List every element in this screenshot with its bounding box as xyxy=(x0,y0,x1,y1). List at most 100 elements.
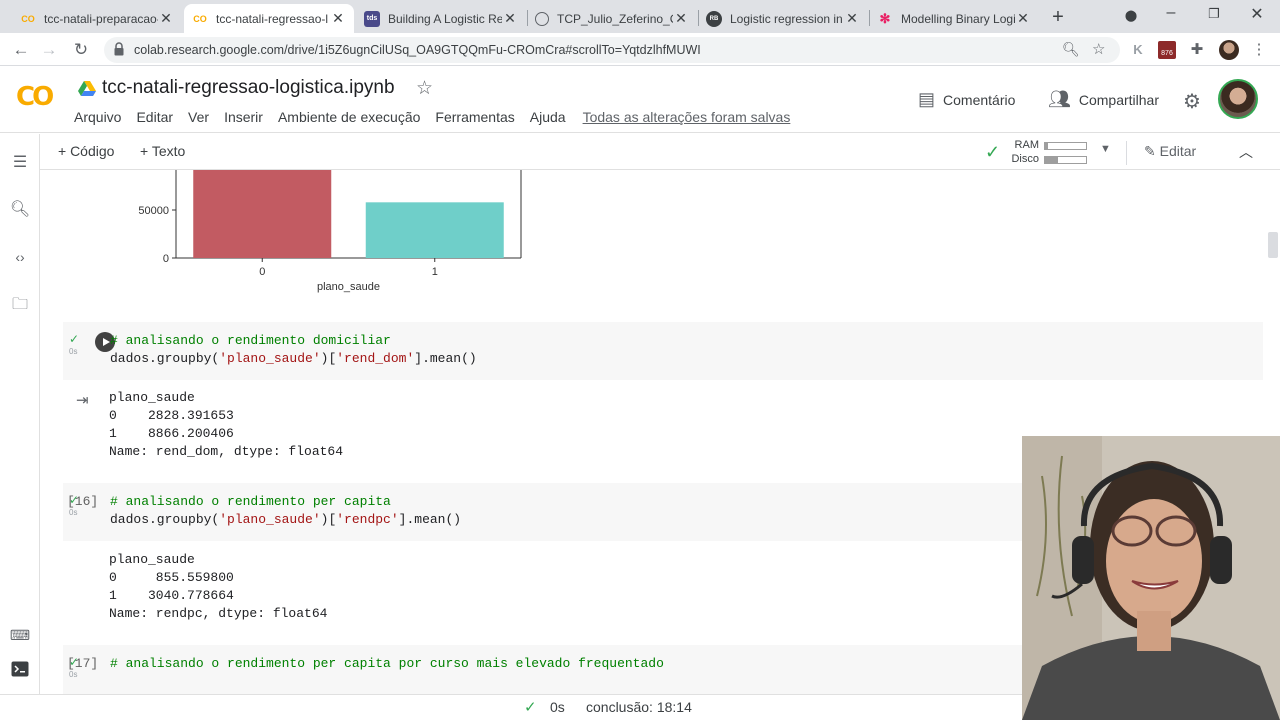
menu-ajuda[interactable]: Ajuda xyxy=(530,109,566,125)
close-tab-icon[interactable]: ✕ xyxy=(330,10,346,27)
menu-ambiente[interactable]: Ambiente de execução xyxy=(278,109,420,125)
code-snippets-icon[interactable]: ‹› xyxy=(9,246,31,268)
tab-title: tcc-natali-preparacao- xyxy=(44,11,158,26)
code-comment: # analisando o rendimento domiciliar xyxy=(110,333,391,348)
code-text: ].mean() xyxy=(414,351,477,366)
doc-favicon-icon: ✻ xyxy=(879,10,891,26)
close-tab-icon[interactable]: ✕ xyxy=(844,10,860,27)
back-icon[interactable]: ← xyxy=(10,39,32,61)
settings-button[interactable]: ⚙ xyxy=(1183,89,1201,114)
command-palette-icon[interactable]: ⌨ xyxy=(9,624,31,646)
output-line: plano_saude xyxy=(109,552,195,567)
add-code-button[interactable]: + Código xyxy=(58,143,114,159)
close-tab-icon[interactable]: ✕ xyxy=(502,10,518,27)
notebook-title[interactable]: tcc-natali-regressao-logistica.ipynb xyxy=(102,77,395,99)
comment-icon: ▤ xyxy=(918,89,936,109)
chart-bar xyxy=(365,202,504,258)
browser-tab[interactable]: tds Building A Logistic Re ✕ xyxy=(356,4,526,33)
colab-favicon-icon: CO xyxy=(193,13,207,24)
extension-badge-icon[interactable]: 876 xyxy=(1158,41,1176,59)
forward-icon[interactable]: → xyxy=(38,39,60,61)
cell-output: plano_saude 0 2828.391653 1 8866.200406 … xyxy=(109,389,343,461)
close-window-icon[interactable]: ✕ xyxy=(1242,4,1272,24)
terminal-icon[interactable] xyxy=(9,661,31,683)
folder-icon[interactable]: 🗀 xyxy=(9,294,31,316)
search-icon[interactable]: 🔍︎ xyxy=(9,199,31,221)
output-redirect-icon[interactable]: ⇥ xyxy=(76,391,89,409)
menu-ferramentas[interactable]: Ferramentas xyxy=(435,109,514,125)
cell-code[interactable]: # analisando o rendimento domiciliar dad… xyxy=(110,332,477,368)
new-tab-icon[interactable]: + xyxy=(1046,6,1070,30)
code-string: 'plano_saude' xyxy=(219,351,321,366)
table-of-contents-icon[interactable]: ☰ xyxy=(9,152,31,174)
pencil-icon: ✎ xyxy=(1144,143,1160,159)
tab-title: Building A Logistic Re xyxy=(388,11,502,26)
code-string: 'rend_dom' xyxy=(336,351,415,366)
comment-button[interactable]: ▤ Comentário xyxy=(918,89,1015,110)
browser-tab-active[interactable]: CO tcc-natali-regressao-l ✕ xyxy=(184,4,354,33)
code-text: ].mean() xyxy=(398,512,462,527)
chevron-down-icon[interactable]: ▼ xyxy=(1100,143,1111,155)
add-text-button[interactable]: + Texto xyxy=(140,143,185,159)
colab-logo[interactable]: CO xyxy=(16,82,60,112)
share-button[interactable]: 👥︎ Compartilhar xyxy=(1048,89,1159,110)
tab-search-icon[interactable]: ⬤ xyxy=(1116,9,1146,22)
ram-label: RAM xyxy=(1014,139,1039,151)
exec-time: 0s xyxy=(69,508,78,517)
code-cell[interactable]: ✓ 0s # analisando o rendimento domicilia… xyxy=(63,322,1263,380)
menu-editar[interactable]: Editar xyxy=(136,109,173,125)
webcam-video-overlay xyxy=(1022,436,1280,720)
extension-k-icon[interactable]: K xyxy=(1129,41,1147,59)
puzzle-icon[interactable]: ✚ xyxy=(1188,41,1206,59)
save-status[interactable]: Todas as alterações foram salvas xyxy=(583,109,791,125)
close-tab-icon[interactable]: ✕ xyxy=(673,10,689,27)
scrollbar-thumb[interactable] xyxy=(1268,232,1278,258)
address-bar[interactable]: colab.research.google.com/drive/1i5Z6ugn… xyxy=(104,37,1120,63)
x-axis-label: plano_saude xyxy=(317,281,380,293)
close-tab-icon[interactable]: ✕ xyxy=(1015,10,1031,27)
output-line: 0 855.559800 xyxy=(109,570,234,585)
menu-arquivo[interactable]: Arquivo xyxy=(74,109,121,125)
cell-code[interactable]: # analisando o rendimento per capita por… xyxy=(110,655,664,673)
browser-tab-strip: CO tcc-natali-preparacao- ✕ CO tcc-natal… xyxy=(0,0,1280,33)
zoom-icon[interactable]: 🔍︎ xyxy=(1062,41,1080,58)
browser-tab[interactable]: TCP_Julio_Zeferino_Co ✕ xyxy=(527,4,697,33)
browser-tab[interactable]: ✻ Modelling Binary Logi ✕ xyxy=(869,4,1039,33)
chart-svg: 0 1 0 50000 plano_saude xyxy=(138,170,522,293)
rb-favicon-icon: RB xyxy=(706,10,722,27)
minimize-icon[interactable]: – xyxy=(1156,4,1186,22)
close-tab-icon[interactable]: ✕ xyxy=(158,10,174,27)
resource-monitor[interactable]: ✓ RAM Disco xyxy=(985,138,1115,166)
menu-ver[interactable]: Ver xyxy=(188,109,209,125)
code-text: dados.groupby( xyxy=(110,351,220,366)
y-tick-label: 50000 xyxy=(138,205,169,217)
reload-icon[interactable]: ↻ xyxy=(70,39,92,61)
chart-bar xyxy=(193,170,332,258)
globe-favicon-icon xyxy=(535,11,549,26)
restore-icon[interactable]: ❐ xyxy=(1199,6,1229,22)
output-line: 1 3040.778664 xyxy=(109,588,234,603)
code-text: dados.groupby( xyxy=(110,512,220,527)
lock-icon xyxy=(114,42,124,56)
menu-inserir[interactable]: Inserir xyxy=(224,109,263,125)
output-line: Name: rend_dom, dtype: float64 xyxy=(109,444,344,459)
browser-toolbar: ← → ↻ colab.research.google.com/drive/1i… xyxy=(0,33,1280,66)
cell-output: plano_saude 0 855.559800 1 3040.778664 N… xyxy=(109,551,327,623)
ram-usage-bar xyxy=(1044,142,1087,150)
profile-avatar[interactable] xyxy=(1219,40,1239,60)
cell-code[interactable]: # analisando o rendimento per capita dad… xyxy=(110,493,461,529)
code-text: )[ xyxy=(320,351,337,366)
chevron-up-icon[interactable]: ︿ xyxy=(1239,142,1253,162)
browser-tab[interactable]: CO tcc-natali-preparacao- ✕ xyxy=(12,4,182,33)
bookmark-star-icon[interactable]: ☆ xyxy=(1092,40,1105,58)
google-drive-icon[interactable] xyxy=(78,81,96,97)
kebab-menu-icon[interactable]: ⋮ xyxy=(1250,41,1268,59)
browser-tab[interactable]: RB Logistic regression in R ✕ xyxy=(698,4,868,33)
account-avatar[interactable] xyxy=(1218,79,1258,119)
bar-chart: 0 1 0 50000 plano_saude xyxy=(41,170,601,310)
edit-button[interactable]: ✎ Editar xyxy=(1144,143,1196,160)
y-tick-label: 0 xyxy=(163,253,169,265)
star-icon[interactable]: ☆ xyxy=(416,77,433,100)
notebook-toolbar: + Código + Texto ✓ RAM Disco ▼ ✎ Editar … xyxy=(40,134,1280,170)
colab-header: CO tcc-natali-regressao-logistica.ipynb … xyxy=(0,67,1280,133)
